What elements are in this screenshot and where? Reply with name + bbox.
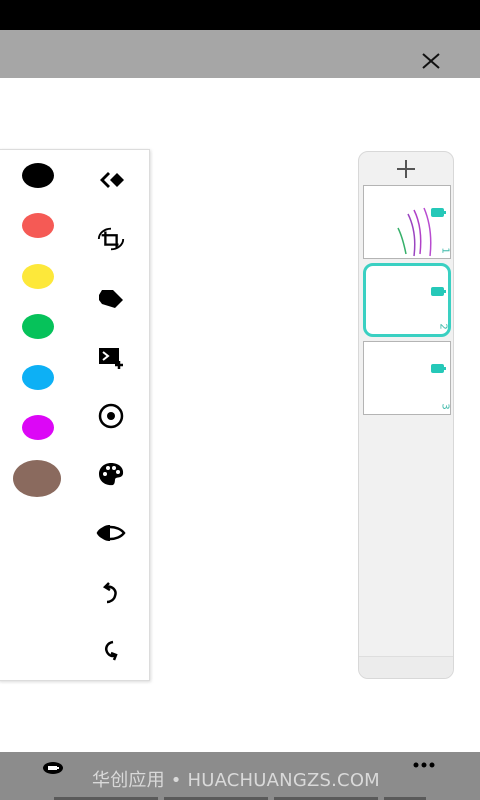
status-bar bbox=[0, 0, 480, 30]
add-slide-tool[interactable] bbox=[96, 342, 126, 372]
eraser-tool[interactable] bbox=[97, 165, 127, 195]
crop-rotate-icon bbox=[97, 227, 125, 251]
contrast-tool[interactable] bbox=[96, 518, 126, 548]
page-thumbnail[interactable]: 3 bbox=[363, 341, 451, 415]
page-panel-footer bbox=[359, 656, 453, 678]
target-tool[interactable] bbox=[96, 401, 126, 431]
palette-icon bbox=[99, 463, 124, 486]
page-number: 1 bbox=[439, 247, 451, 254]
watermark-text: 华创应用 • HUACHUANGZS.COM bbox=[92, 770, 380, 791]
page-number: 2 bbox=[437, 323, 449, 330]
page-panel: 1 2 3 bbox=[358, 151, 454, 679]
page-tag-icon bbox=[431, 287, 446, 296]
plus-icon bbox=[397, 160, 415, 178]
color-swatch-black[interactable] bbox=[22, 163, 54, 188]
color-swatch-yellow[interactable] bbox=[22, 264, 54, 289]
color-swatch-blue[interactable] bbox=[22, 365, 54, 390]
eraser-icon bbox=[100, 172, 124, 188]
tag-tool[interactable] bbox=[96, 283, 126, 313]
redo-button[interactable] bbox=[96, 636, 126, 666]
close-button[interactable] bbox=[422, 52, 440, 70]
close-icon bbox=[422, 53, 440, 69]
crop-rotate-tool[interactable] bbox=[96, 224, 126, 254]
add-page-button[interactable] bbox=[395, 158, 417, 180]
top-bar bbox=[0, 30, 480, 78]
redo-icon bbox=[105, 640, 118, 661]
page-tag-icon bbox=[431, 364, 446, 373]
add-slide-icon bbox=[99, 348, 123, 369]
color-swatch-red[interactable] bbox=[22, 213, 54, 238]
more-icon bbox=[413, 762, 435, 768]
color-swatch-purple[interactable] bbox=[22, 415, 54, 440]
tag-icon bbox=[99, 290, 123, 308]
color-swatch-green[interactable] bbox=[22, 314, 54, 339]
tool-panel bbox=[0, 149, 150, 681]
page-tag-icon bbox=[431, 208, 446, 217]
target-icon bbox=[98, 403, 124, 429]
battery-button[interactable] bbox=[42, 761, 64, 775]
contrast-icon bbox=[96, 525, 126, 541]
more-button[interactable] bbox=[412, 760, 436, 770]
page-thumbnail[interactable]: 1 bbox=[363, 185, 451, 259]
undo-icon bbox=[102, 582, 117, 604]
undo-button[interactable] bbox=[96, 577, 126, 607]
color-swatch-brown[interactable] bbox=[13, 460, 61, 497]
page-number: 3 bbox=[439, 403, 451, 410]
page-thumbnail-selected[interactable]: 2 bbox=[363, 263, 451, 337]
battery-icon bbox=[43, 762, 63, 774]
palette-tool[interactable] bbox=[96, 459, 126, 489]
page-sketch bbox=[397, 207, 432, 257]
drawing-app-screen: 1 2 3 华创应用 • HUACHUANGZS.COM bbox=[0, 0, 480, 800]
